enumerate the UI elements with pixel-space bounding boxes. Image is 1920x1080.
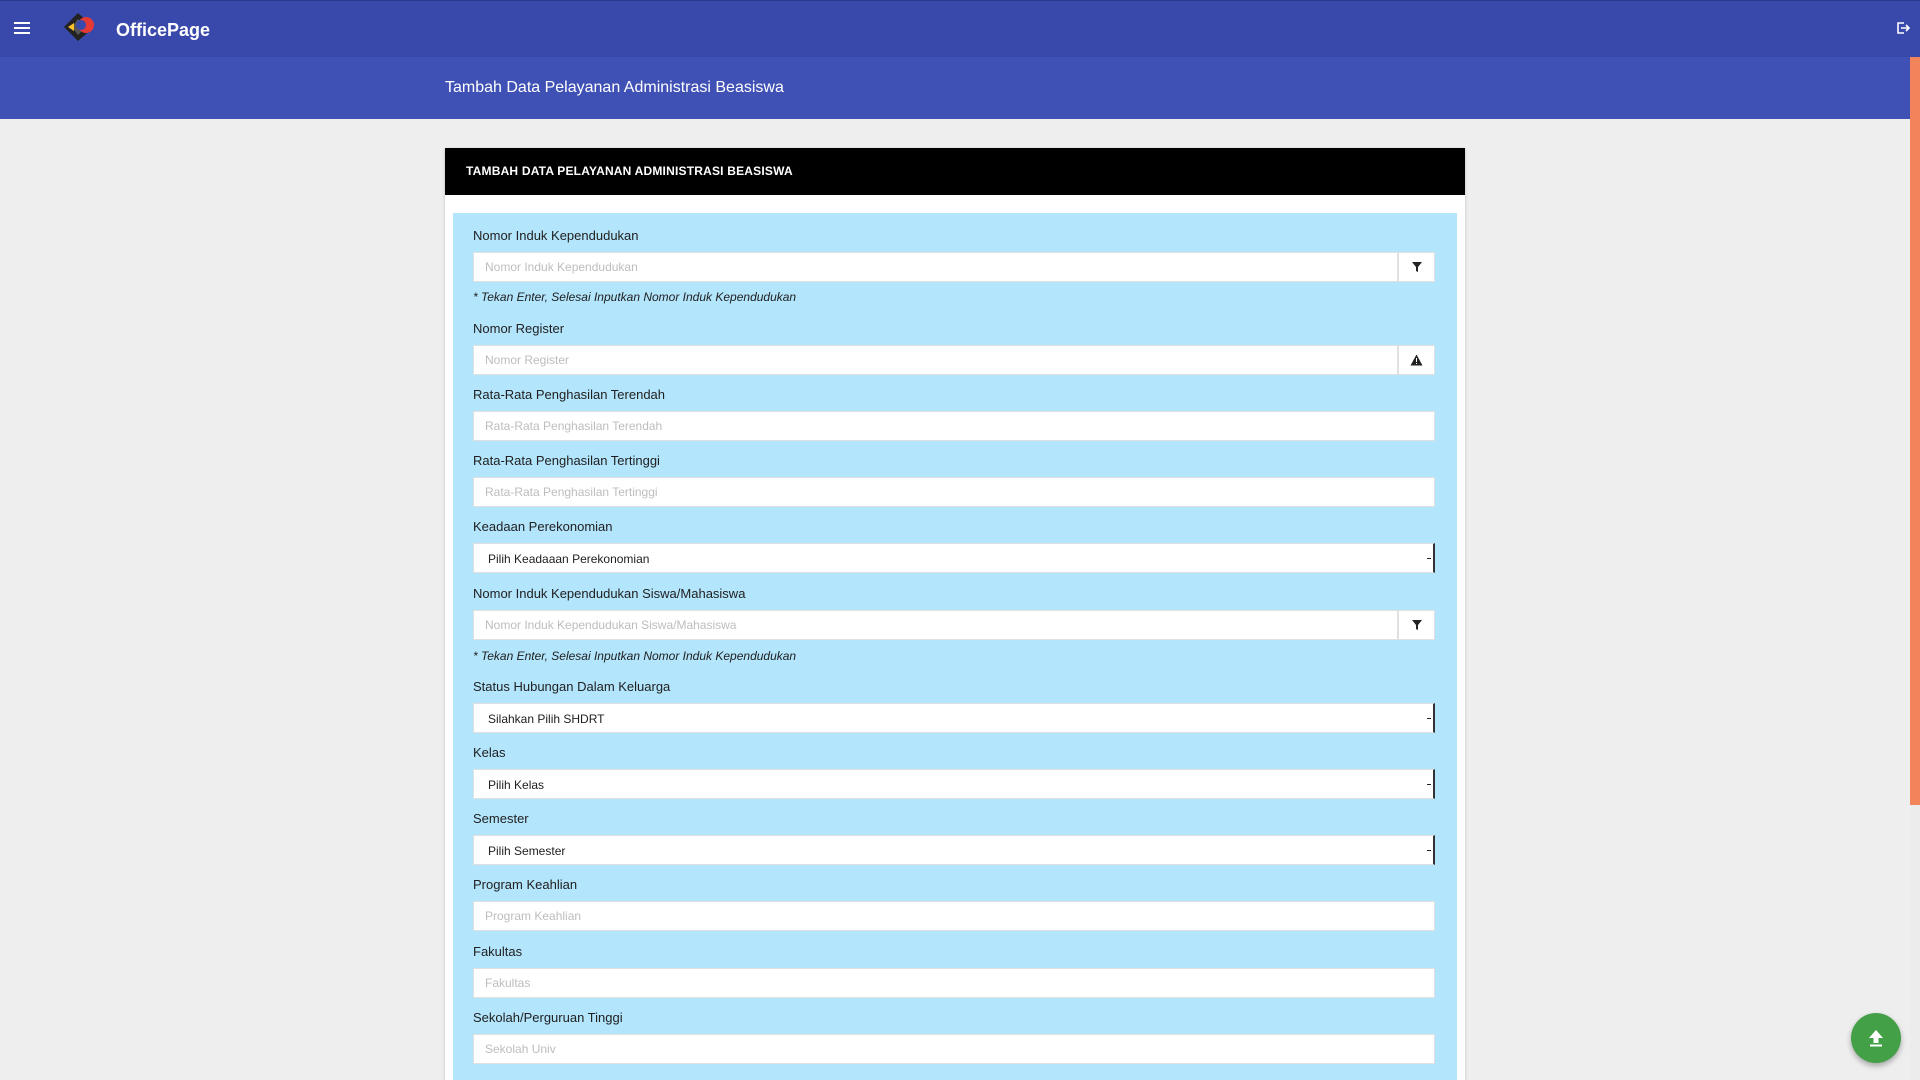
app-logo bbox=[64, 11, 96, 43]
kelas-select[interactable]: Pilih Kelas bbox=[473, 769, 1435, 799]
program-keahlian-input[interactable] bbox=[473, 901, 1435, 931]
chevron-down-icon bbox=[1427, 718, 1431, 719]
penghasilan-tertinggi-field-group: Rata-Rata Penghasilan Tertinggi bbox=[473, 453, 1435, 507]
filter-icon[interactable] bbox=[1398, 252, 1435, 282]
filter-icon[interactable] bbox=[1398, 610, 1435, 640]
chevron-down-icon bbox=[1427, 850, 1431, 851]
penghasilan-tertinggi-label: Rata-Rata Penghasilan Tertinggi bbox=[473, 453, 660, 468]
fakultas-input[interactable] bbox=[473, 968, 1435, 998]
scrollbar-thumb[interactable] bbox=[1910, 57, 1920, 805]
nomor-register-input[interactable] bbox=[473, 345, 1398, 375]
kelas-label: Kelas bbox=[473, 745, 506, 760]
semester-label: Semester bbox=[473, 811, 529, 826]
fakultas-label: Fakultas bbox=[473, 944, 523, 959]
form-area: Nomor Induk Kependudukan * Tekan Enter, … bbox=[453, 213, 1457, 1080]
nik-label: Nomor Induk Kependudukan bbox=[473, 228, 639, 243]
nik-siswa-hint: * Tekan Enter, Selesai Inputkan Nomor In… bbox=[473, 649, 797, 663]
warning-icon[interactable] bbox=[1398, 345, 1435, 375]
program-keahlian-label: Program Keahlian bbox=[473, 877, 578, 892]
app-brand[interactable]: OfficePage bbox=[116, 20, 210, 41]
penghasilan-terendah-field-group: Rata-Rata Penghasilan Terendah bbox=[473, 387, 1435, 441]
nik-field-group: Nomor Induk Kependudukan bbox=[473, 228, 1435, 282]
kelas-selected: Pilih Kelas bbox=[488, 778, 545, 792]
semester-select[interactable]: Pilih Semester bbox=[473, 835, 1435, 865]
chevron-down-icon bbox=[1427, 558, 1431, 559]
status-hubungan-selected: Silahkan Pilih SHDRT bbox=[488, 712, 605, 726]
nik-siswa-label: Nomor Induk Kependudukan Siswa/Mahasiswa bbox=[473, 586, 746, 601]
status-hubungan-field-group: Status Hubungan Dalam Keluarga Silahkan … bbox=[473, 679, 1435, 733]
status-hubungan-select[interactable]: Silahkan Pilih SHDRT bbox=[473, 703, 1435, 733]
nik-hint: * Tekan Enter, Selesai Inputkan Nomor In… bbox=[473, 290, 797, 304]
nik-input[interactable] bbox=[473, 252, 1398, 282]
status-hubungan-label: Status Hubungan Dalam Keluarga bbox=[473, 679, 671, 694]
keadaan-perekonomian-selected: Pilih Keadaaan Perekonomian bbox=[488, 552, 650, 566]
top-app-bar: OfficePage bbox=[0, 0, 1920, 57]
arrow-up-icon bbox=[1869, 1030, 1883, 1047]
form-card: TAMBAH DATA PELAYANAN ADMINISTRASI BEASI… bbox=[445, 148, 1465, 1080]
nomor-register-label: Nomor Register bbox=[473, 321, 565, 336]
keadaan-perekonomian-select[interactable]: Pilih Keadaaan Perekonomian bbox=[473, 543, 1435, 573]
penghasilan-tertinggi-input[interactable] bbox=[473, 477, 1435, 507]
sekolah-field-group: Sekolah/Perguruan Tinggi bbox=[473, 1010, 1435, 1064]
nomor-register-field-group: Nomor Register bbox=[473, 321, 1435, 375]
kelas-field-group: Kelas Pilih Kelas bbox=[473, 745, 1435, 799]
sekolah-input[interactable] bbox=[473, 1034, 1435, 1064]
card-title: TAMBAH DATA PELAYANAN ADMINISTRASI BEASI… bbox=[445, 148, 1465, 195]
nik-siswa-field-group: Nomor Induk Kependudukan Siswa/Mahasiswa bbox=[473, 586, 1435, 640]
penghasilan-terendah-label: Rata-Rata Penghasilan Terendah bbox=[473, 387, 666, 402]
keadaan-perekonomian-label: Keadaan Perekonomian bbox=[473, 519, 613, 534]
page-title: Tambah Data Pelayanan Administrasi Beasi… bbox=[445, 79, 784, 96]
program-keahlian-field-group: Program Keahlian bbox=[473, 877, 1435, 931]
penghasilan-terendah-input[interactable] bbox=[473, 411, 1435, 441]
fakultas-field-group: Fakultas bbox=[473, 944, 1435, 998]
hamburger-menu-icon[interactable] bbox=[14, 19, 36, 41]
sekolah-label: Sekolah/Perguruan Tinggi bbox=[473, 1010, 623, 1025]
semester-selected: Pilih Semester bbox=[488, 844, 566, 858]
nik-siswa-input[interactable] bbox=[473, 610, 1398, 640]
semester-field-group: Semester Pilih Semester bbox=[473, 811, 1435, 865]
scroll-top-button[interactable] bbox=[1851, 1013, 1901, 1063]
logout-icon[interactable] bbox=[1896, 21, 1914, 39]
chevron-down-icon bbox=[1427, 784, 1431, 785]
keadaan-perekonomian-field-group: Keadaan Perekonomian Pilih Keadaaan Pere… bbox=[473, 519, 1435, 573]
page-header: Tambah Data Pelayanan Administrasi Beasi… bbox=[0, 57, 1910, 119]
